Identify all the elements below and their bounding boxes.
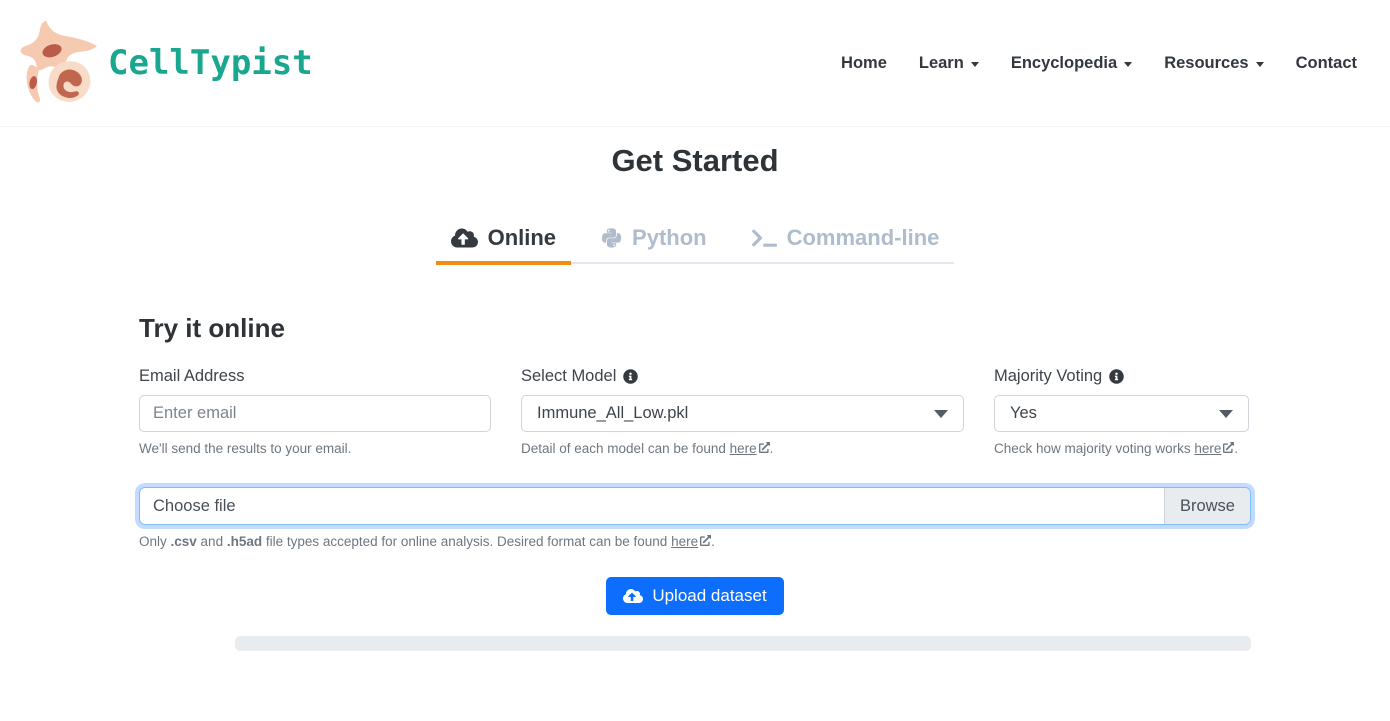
- nav-label: Contact: [1296, 54, 1357, 73]
- model-label: Select Model: [521, 367, 964, 386]
- external-link-icon: [757, 441, 770, 456]
- chevron-down-icon: [1256, 62, 1264, 67]
- upload-progress-bar: [235, 636, 1251, 651]
- navbar: CellTypist Home Learn Encyclopedia Resou…: [0, 0, 1390, 127]
- nav-label: Home: [841, 54, 887, 73]
- tab-online[interactable]: Online: [436, 225, 571, 262]
- try-online-section: Try it online Email Address We'll send t…: [139, 313, 1251, 651]
- file-help-text: Only .csv and .h5ad file types accepted …: [139, 533, 1251, 551]
- brand-name: CellTypist: [108, 43, 313, 83]
- nav-item-resources[interactable]: Resources: [1164, 54, 1263, 73]
- info-icon[interactable]: [1109, 369, 1124, 384]
- nav-label: Learn: [919, 54, 964, 73]
- select-caret-icon: [1219, 410, 1233, 418]
- file-type-csv: .csv: [171, 534, 197, 549]
- info-icon[interactable]: [623, 369, 638, 384]
- model-select-value: Immune_All_Low.pkl: [537, 404, 688, 423]
- voting-label: Majority Voting: [994, 367, 1249, 386]
- nav-item-contact[interactable]: Contact: [1296, 54, 1357, 73]
- nav-label: Encyclopedia: [1011, 54, 1117, 73]
- upload-dataset-button[interactable]: Upload dataset: [606, 577, 783, 615]
- nav-menu: Home Learn Encyclopedia Resources Contac…: [841, 54, 1357, 73]
- tab-python[interactable]: Python: [586, 225, 722, 262]
- nav-label: Resources: [1164, 54, 1248, 73]
- model-help-text: Detail of each model can be found here.: [521, 440, 964, 458]
- main-content: Get Started Online Python Command-line T…: [139, 143, 1251, 651]
- tab-label: Command-line: [787, 225, 940, 251]
- file-type-h5ad: .h5ad: [227, 534, 262, 549]
- upload-button-label: Upload dataset: [652, 586, 766, 606]
- chevron-down-icon: [971, 62, 979, 67]
- external-link-icon: [1221, 441, 1234, 456]
- external-link-icon: [698, 534, 711, 549]
- file-help-link[interactable]: here: [671, 534, 698, 549]
- voting-select[interactable]: Yes: [994, 395, 1249, 432]
- celltypist-cell-icon: [16, 12, 106, 114]
- tab-label: Python: [632, 225, 707, 251]
- chevron-down-icon: [1124, 62, 1132, 67]
- form-row: Email Address We'll send the results to …: [139, 367, 1251, 458]
- terminal-icon: [752, 228, 777, 248]
- email-help-text: We'll send the results to your email.: [139, 440, 491, 458]
- cloud-upload-icon: [623, 588, 643, 604]
- email-column: Email Address We'll send the results to …: [139, 367, 491, 458]
- section-title: Try it online: [139, 313, 1251, 344]
- voting-column: Majority Voting Yes Check how majority v…: [994, 367, 1249, 458]
- nav-item-encyclopedia[interactable]: Encyclopedia: [1011, 54, 1132, 73]
- tab-command-line[interactable]: Command-line: [737, 225, 955, 262]
- file-input[interactable]: Choose file Browse: [139, 487, 1251, 525]
- voting-help-text: Check how majority voting works here.: [994, 440, 1249, 458]
- voting-select-value: Yes: [1010, 404, 1037, 423]
- nav-item-home[interactable]: Home: [841, 54, 887, 73]
- voting-help-link[interactable]: here: [1194, 441, 1221, 456]
- nav-item-learn[interactable]: Learn: [919, 54, 979, 73]
- brand-logo[interactable]: CellTypist: [16, 12, 313, 114]
- model-help-link[interactable]: here: [730, 441, 757, 456]
- browse-button[interactable]: Browse: [1164, 488, 1250, 524]
- cloud-upload-icon: [451, 227, 478, 249]
- tab-bar: Online Python Command-line: [139, 225, 1251, 264]
- email-label: Email Address: [139, 367, 491, 386]
- model-select[interactable]: Immune_All_Low.pkl: [521, 395, 964, 432]
- email-field[interactable]: [139, 395, 491, 432]
- upload-button-row: Upload dataset: [139, 577, 1251, 615]
- select-caret-icon: [934, 410, 948, 418]
- python-icon: [601, 227, 622, 249]
- file-input-value: Choose file: [140, 488, 1164, 524]
- tab-label: Online: [488, 225, 556, 251]
- page-title: Get Started: [139, 143, 1251, 179]
- model-column: Select Model Immune_All_Low.pkl Detail o…: [521, 367, 964, 458]
- file-row: Choose file Browse Only .csv and .h5ad f…: [139, 487, 1251, 551]
